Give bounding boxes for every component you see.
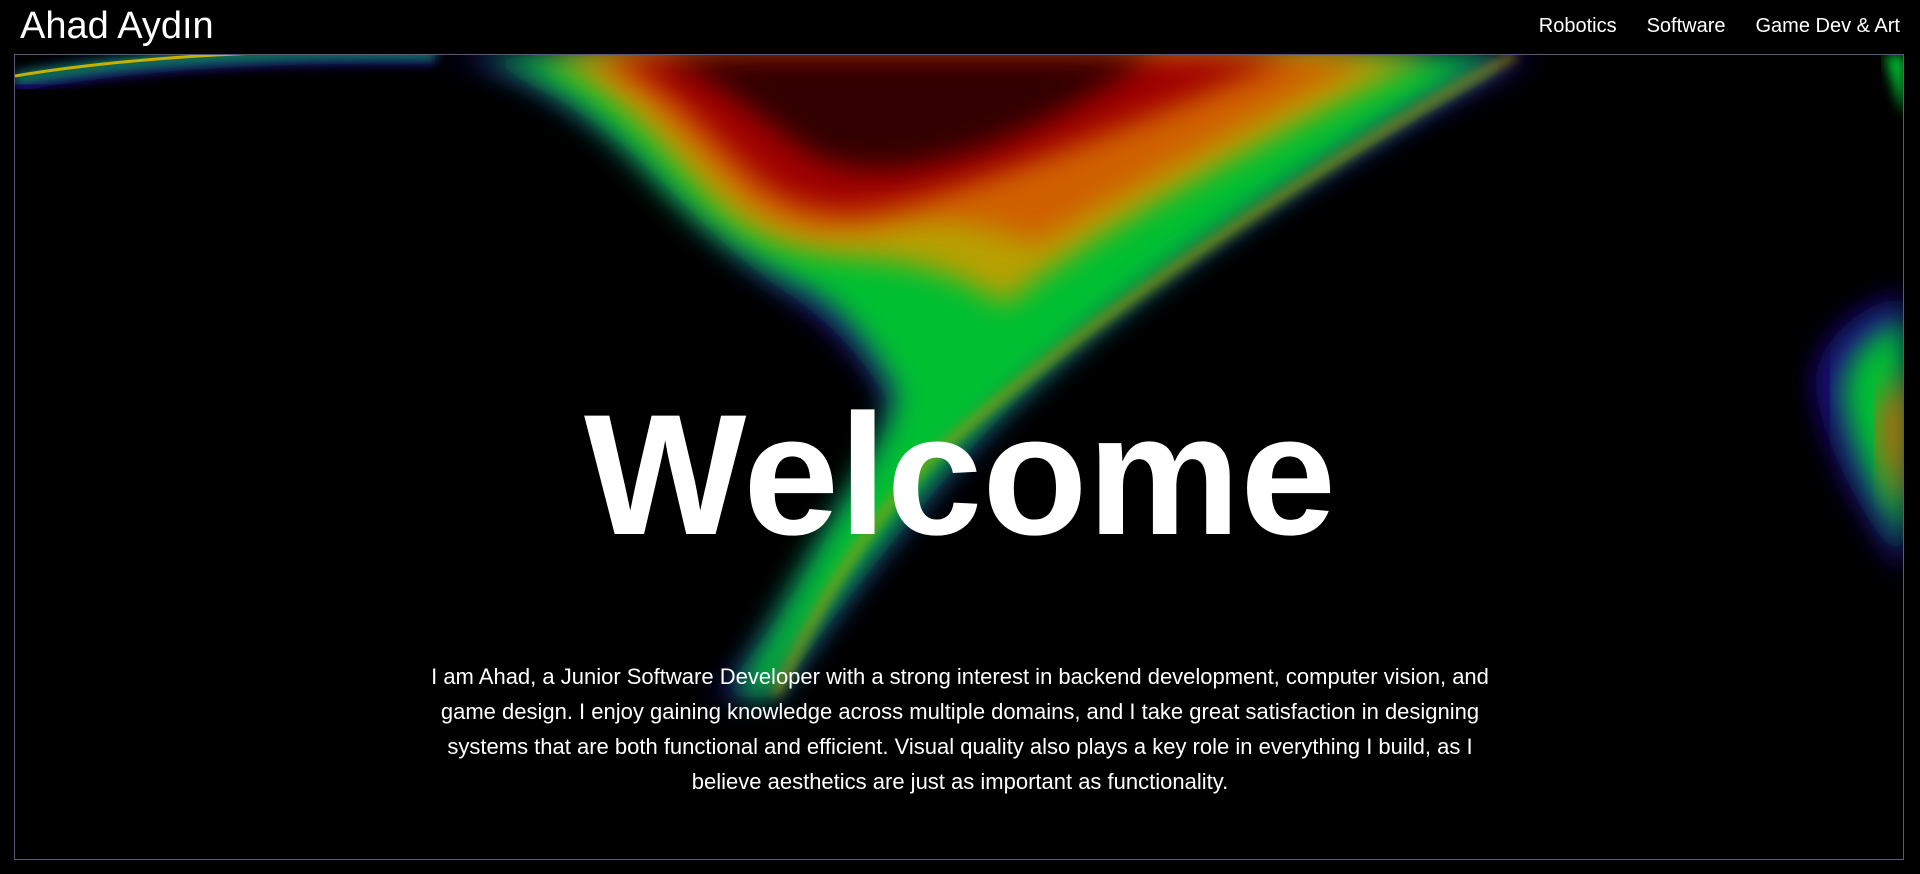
nav-link-software[interactable]: Software — [1647, 14, 1726, 38]
main-nav: Robotics Software Game Dev & Art — [1539, 14, 1900, 38]
nav-link-robotics[interactable]: Robotics — [1539, 14, 1617, 38]
welcome-heading: Welcome — [584, 379, 1336, 572]
site-title-link[interactable]: Ahad Aydın — [20, 4, 214, 48]
intro-paragraph: I am Ahad, a Junior Software Developer w… — [431, 664, 1489, 794]
top-navigation-bar: Ahad Aydın Robotics Software Game Dev & … — [0, 0, 1920, 54]
hero-section: Welcome I am Ahad, a Junior Software Dev… — [14, 54, 1904, 860]
nav-link-game-dev-art[interactable]: Game Dev & Art — [1756, 14, 1901, 38]
